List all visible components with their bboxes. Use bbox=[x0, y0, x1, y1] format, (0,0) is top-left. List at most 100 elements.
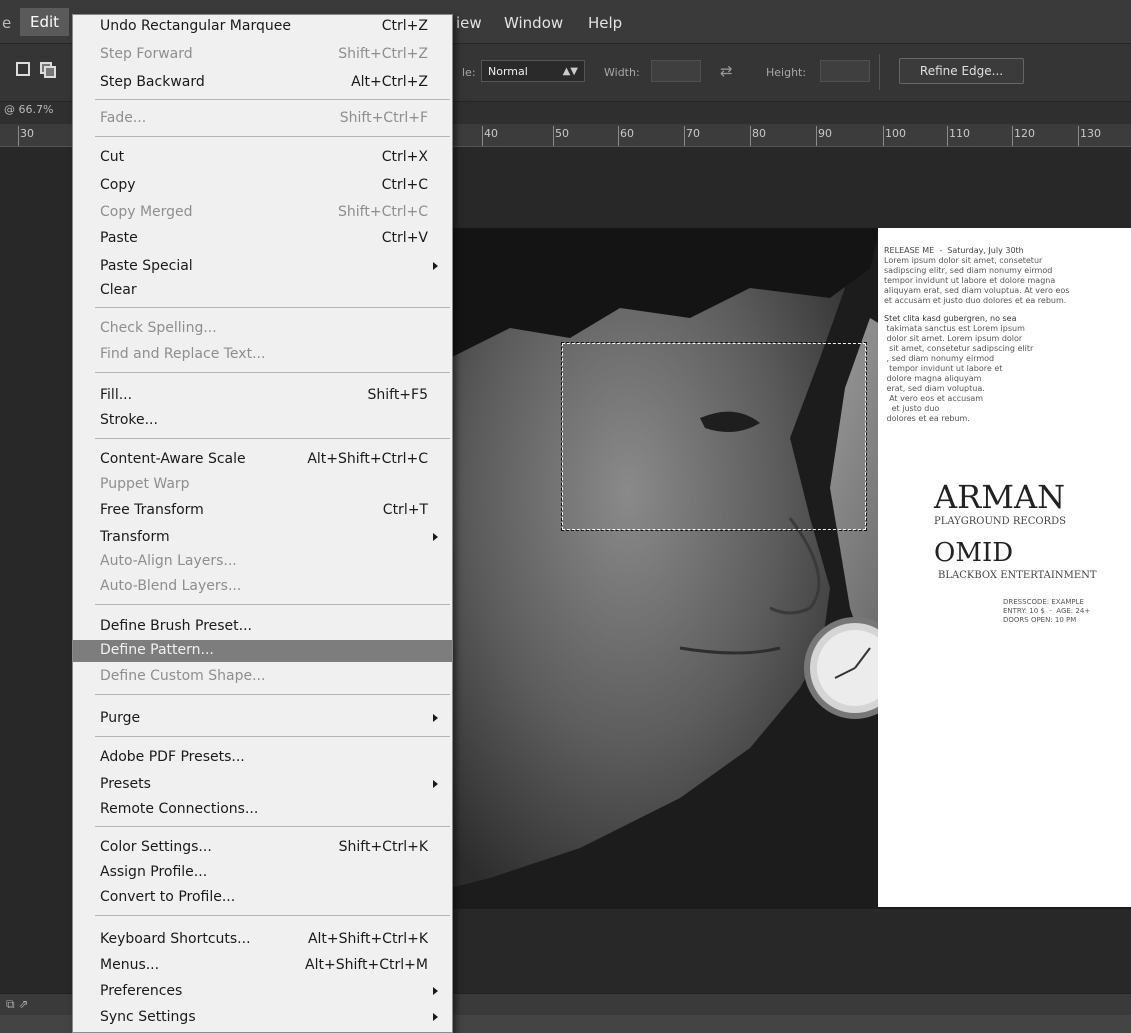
ruler-tick bbox=[553, 126, 554, 146]
ruler-tick bbox=[750, 126, 751, 146]
submenu-arrow-icon bbox=[433, 1013, 438, 1021]
menu-item-puppet-warp[interactable]: Puppet Warp bbox=[73, 474, 452, 496]
menu-item-label: Clear bbox=[100, 282, 137, 298]
menu-item-label: Define Pattern... bbox=[100, 642, 214, 658]
menu-item-label: Preferences bbox=[100, 983, 183, 999]
menu-item-label: Step Backward bbox=[100, 74, 205, 90]
menu-item-shortcut: Ctrl+V bbox=[381, 230, 428, 246]
menu-item-step-backward[interactable]: Step Backward Alt+Ctrl+Z bbox=[73, 72, 452, 94]
menu-item-keyboard-shortcuts[interactable]: Keyboard Shortcuts... Alt+Shift+Ctrl+K bbox=[73, 929, 452, 951]
menu-item-shortcut: Alt+Shift+Ctrl+K bbox=[307, 931, 428, 947]
menu-item-paste[interactable]: Paste Ctrl+V bbox=[73, 228, 452, 250]
menu-item-color-settings[interactable]: Color Settings... Shift+Ctrl+K bbox=[73, 837, 452, 859]
menu-file-partial[interactable]: e bbox=[2, 14, 11, 32]
menu-item-find-replace[interactable]: Find and Replace Text... bbox=[73, 344, 452, 366]
menu-item-clear[interactable]: Clear bbox=[73, 280, 452, 302]
menu-item-label: Sync Settings bbox=[100, 1009, 196, 1025]
menu-item-convert-to-profile[interactable]: Convert to Profile... bbox=[73, 887, 452, 909]
menu-separator bbox=[95, 438, 450, 439]
menu-item-shortcut: Shift+Ctrl+Z bbox=[338, 46, 428, 62]
ruler-label: 30 bbox=[20, 127, 34, 140]
menu-item-label: Keyboard Shortcuts... bbox=[100, 931, 251, 947]
menu-item-sync-settings[interactable]: Sync Settings bbox=[73, 1007, 452, 1029]
submenu-arrow-icon bbox=[433, 714, 438, 722]
menu-item-label: Assign Profile... bbox=[100, 864, 208, 880]
menu-edit[interactable]: Edit bbox=[20, 8, 69, 36]
menu-separator bbox=[95, 136, 450, 137]
flyer-para2-line: Stet clita kasd gubergren, no sea bbox=[884, 314, 1017, 323]
height-input[interactable] bbox=[820, 60, 870, 82]
menu-item-define-pattern[interactable]: Define Pattern... bbox=[73, 640, 452, 662]
swap-width-height-icon[interactable]: ⇄ bbox=[720, 62, 733, 80]
add-to-selection-icon[interactable] bbox=[40, 62, 56, 78]
menu-item-preferences[interactable]: Preferences bbox=[73, 981, 452, 1003]
menu-item-fill[interactable]: Fill... Shift+F5 bbox=[73, 385, 452, 407]
new-selection-icon[interactable] bbox=[16, 62, 30, 76]
menu-item-fade[interactable]: Fade... Shift+Ctrl+F bbox=[73, 108, 452, 130]
menu-item-shortcut: Alt+Shift+Ctrl+C bbox=[307, 451, 428, 467]
menu-item-label: Stroke... bbox=[100, 412, 158, 428]
menu-item-label: Find and Replace Text... bbox=[100, 346, 266, 362]
width-label: Width: bbox=[604, 66, 640, 79]
menu-item-free-transform[interactable]: Free Transform Ctrl+T bbox=[73, 500, 452, 522]
menu-help[interactable]: Help bbox=[588, 14, 622, 32]
menu-item-label: Convert to Profile... bbox=[100, 889, 236, 905]
ruler-tick bbox=[1078, 126, 1079, 146]
menu-item-shortcut: Shift+Ctrl+F bbox=[339, 110, 428, 126]
menu-item-auto-align-layers[interactable]: Auto-Align Layers... bbox=[73, 551, 452, 573]
menu-item-label: Undo Rectangular Marquee bbox=[100, 18, 291, 34]
ruler-label: 130 bbox=[1080, 127, 1101, 140]
menu-item-shortcut: Ctrl+X bbox=[381, 149, 428, 165]
menu-item-step-forward[interactable]: Step Forward Shift+Ctrl+Z bbox=[73, 44, 452, 66]
menu-view[interactable]: iew bbox=[456, 14, 482, 32]
menu-item-shortcut: Shift+Ctrl+C bbox=[338, 204, 428, 220]
style-label: le: bbox=[462, 66, 476, 79]
menu-item-adobe-pdf-presets[interactable]: Adobe PDF Presets... bbox=[73, 747, 452, 769]
menu-item-remote-connections[interactable]: Remote Connections... bbox=[73, 799, 452, 821]
menu-item-presets[interactable]: Presets bbox=[73, 774, 452, 796]
menu-item-label: Puppet Warp bbox=[100, 476, 190, 492]
menu-item-shortcut: Ctrl+T bbox=[382, 502, 428, 518]
ruler-label: 40 bbox=[484, 127, 498, 140]
style-select[interactable]: Normal ▲▼ bbox=[481, 60, 585, 82]
ruler-label: 60 bbox=[620, 127, 634, 140]
ruler-label: 120 bbox=[1014, 127, 1035, 140]
menu-item-menus[interactable]: Menus... Alt+Shift+Ctrl+M bbox=[73, 955, 452, 977]
menu-item-label: Paste Special bbox=[100, 258, 193, 274]
ruler-tick bbox=[482, 126, 483, 146]
menu-item-label: Paste bbox=[100, 230, 138, 246]
menu-item-define-custom-shape[interactable]: Define Custom Shape... bbox=[73, 666, 452, 688]
style-value: Normal bbox=[488, 65, 528, 78]
menu-item-content-aware-scale[interactable]: Content-Aware Scale Alt+Shift+Ctrl+C bbox=[73, 449, 452, 471]
menu-item-stroke[interactable]: Stroke... bbox=[73, 410, 452, 432]
menu-item-label: Remote Connections... bbox=[100, 801, 259, 817]
menu-item-check-spelling[interactable]: Check Spelling... bbox=[73, 318, 452, 340]
ruler-label: 90 bbox=[818, 127, 832, 140]
edit-menu-dropdown: Undo Rectangular Marquee Ctrl+Z Step Forw… bbox=[72, 14, 453, 1033]
menu-item-label: Menus... bbox=[100, 957, 160, 973]
menu-item-label: Auto-Align Layers... bbox=[100, 553, 237, 569]
menu-item-copy[interactable]: Copy Ctrl+C bbox=[73, 175, 452, 197]
ruler-tick bbox=[684, 126, 685, 146]
submenu-arrow-icon bbox=[433, 533, 438, 541]
menu-window[interactable]: Window bbox=[504, 14, 563, 32]
menu-item-shortcut: Alt+Shift+Ctrl+M bbox=[305, 957, 428, 973]
menu-item-cut[interactable]: Cut Ctrl+X bbox=[73, 147, 452, 169]
menu-item-auto-blend-layers[interactable]: Auto-Blend Layers... bbox=[73, 576, 452, 598]
menu-item-undo[interactable]: Undo Rectangular Marquee Ctrl+Z bbox=[73, 16, 452, 38]
flyer-para2-line: dolore magna aliquyam bbox=[884, 374, 982, 383]
export-icon[interactable]: ⧉ ⇗ bbox=[6, 997, 28, 1012]
menu-item-define-brush-preset[interactable]: Define Brush Preset... bbox=[73, 616, 452, 638]
select-arrows-icon: ▲▼ bbox=[562, 66, 578, 77]
menu-item-assign-profile[interactable]: Assign Profile... bbox=[73, 862, 452, 884]
flyer-release-line: RELEASE ME - Saturday, July 30th bbox=[884, 246, 1024, 255]
width-input[interactable] bbox=[651, 60, 701, 82]
refine-edge-button[interactable]: Refine Edge... bbox=[899, 58, 1024, 84]
flyer-para1-line: sadipscing elitr, sed diam nonumy eirmod bbox=[884, 266, 1053, 275]
menu-item-purge[interactable]: Purge bbox=[73, 708, 452, 730]
menu-item-transform[interactable]: Transform bbox=[73, 527, 452, 549]
menu-item-label: Fill... bbox=[100, 387, 133, 403]
menu-item-paste-special[interactable]: Paste Special bbox=[73, 256, 452, 278]
menu-item-copy-merged[interactable]: Copy Merged Shift+Ctrl+C bbox=[73, 202, 452, 224]
menu-item-label: Check Spelling... bbox=[100, 320, 217, 336]
